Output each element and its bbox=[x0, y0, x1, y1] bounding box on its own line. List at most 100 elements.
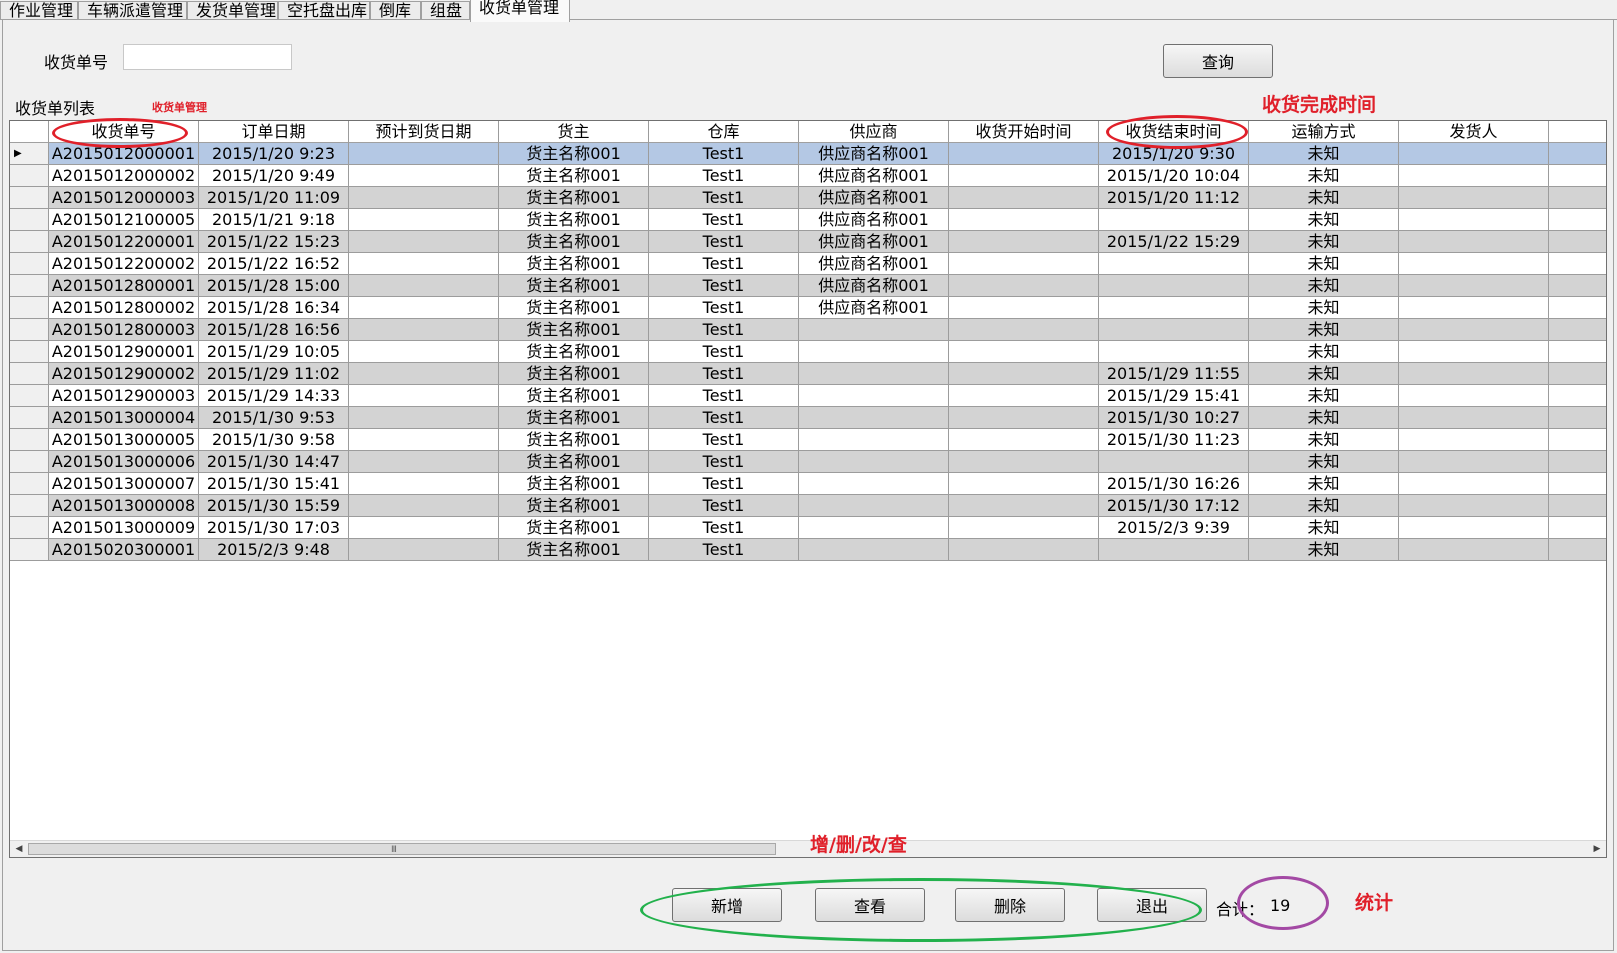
grid-corner-header bbox=[10, 121, 49, 143]
column-header[interactable]: 订单日期 bbox=[199, 121, 349, 143]
scroll-thumb[interactable]: III bbox=[28, 843, 776, 855]
table-cell bbox=[1399, 297, 1549, 319]
column-header[interactable]: 收货开始时间 bbox=[949, 121, 1099, 143]
table-cell: 2015/1/20 11:12 bbox=[1099, 187, 1249, 209]
tab-palletize[interactable]: 组盘 bbox=[421, 1, 470, 20]
table-row[interactable]: A2015012900003 2015/1/29 14:33 货主名称001 Test… bbox=[10, 385, 1606, 407]
column-header[interactable]: 联系 bbox=[1549, 121, 1606, 143]
row-header[interactable] bbox=[10, 539, 49, 561]
table-row[interactable]: A2015012200002 2015/1/22 16:52 货主名称001 Test… bbox=[10, 253, 1606, 275]
row-header[interactable] bbox=[10, 187, 49, 209]
table-row[interactable]: A2015012200001 2015/1/22 15:23 货主名称001 Test… bbox=[10, 231, 1606, 253]
query-button[interactable]: 查询 bbox=[1163, 44, 1273, 78]
table-row[interactable]: A2015012900002 2015/1/29 11:02 货主名称001 Test… bbox=[10, 363, 1606, 385]
row-header[interactable] bbox=[10, 341, 49, 363]
table-cell bbox=[349, 253, 499, 275]
table-row[interactable]: A2015012100005 2015/1/21 9:18 货主名称001 Test1… bbox=[10, 209, 1606, 231]
table-row[interactable]: ▶ A2015012000001 2015/1/20 9:23 货主名称001 Test… bbox=[10, 143, 1606, 165]
table-cell: 货主名称001 bbox=[499, 451, 649, 473]
tab-empty-pallet-outbound[interactable]: 空托盘出库 bbox=[278, 1, 370, 20]
row-header[interactable] bbox=[10, 385, 49, 407]
receipt-number-input[interactable] bbox=[123, 44, 292, 70]
table-cell: 供应商名称001 bbox=[799, 143, 949, 165]
table-cell bbox=[1399, 165, 1549, 187]
table-cell: 2015/1/30 17:12 bbox=[1099, 495, 1249, 517]
table-cell: Test1 bbox=[649, 143, 799, 165]
tab-delivery-order[interactable]: 发货单管理 bbox=[187, 1, 278, 20]
table-cell bbox=[349, 275, 499, 297]
table-cell: 未知 bbox=[1249, 363, 1399, 385]
table-cell bbox=[949, 473, 1099, 495]
table-cell: 2015/1/29 14:33 bbox=[199, 385, 349, 407]
table-cell bbox=[1549, 407, 1606, 429]
table-cell: 未知 bbox=[1249, 253, 1399, 275]
table-cell: 2015/1/29 10:05 bbox=[199, 341, 349, 363]
table-row[interactable]: A2015013000004 2015/1/30 9:53 货主名称001 Test1… bbox=[10, 407, 1606, 429]
tab-receipt-management[interactable]: 收货单管理 bbox=[470, 0, 570, 22]
row-header[interactable] bbox=[10, 429, 49, 451]
row-header[interactable] bbox=[10, 231, 49, 253]
receipt-grid[interactable]: 收货单号 订单日期 预计到货日期 货主 仓库 供应商 收货开始时间 收货结束时间 运输方式 发货人… bbox=[9, 120, 1607, 858]
annotation-receive-done-time: 收货完成时间 bbox=[1262, 94, 1377, 116]
tab-job-management[interactable]: 作业管理 bbox=[0, 1, 78, 20]
column-header[interactable]: 发货人 bbox=[1399, 121, 1549, 143]
table-cell bbox=[1549, 495, 1606, 517]
scroll-right-icon[interactable]: ▶ bbox=[1589, 841, 1605, 857]
table-cell bbox=[1549, 385, 1606, 407]
table-cell: Test1 bbox=[649, 275, 799, 297]
table-row[interactable]: A2015012000003 2015/1/20 11:09 货主名称001 Test… bbox=[10, 187, 1606, 209]
row-header[interactable] bbox=[10, 473, 49, 495]
row-header[interactable] bbox=[10, 209, 49, 231]
column-header[interactable]: 仓库 bbox=[649, 121, 799, 143]
row-header[interactable] bbox=[10, 517, 49, 539]
row-header[interactable] bbox=[10, 319, 49, 341]
table-cell: 2015/1/30 14:47 bbox=[199, 451, 349, 473]
table-row[interactable]: A2015012800002 2015/1/28 16:34 货主名称001 Test… bbox=[10, 297, 1606, 319]
table-cell: Test1 bbox=[649, 517, 799, 539]
table-row[interactable]: A2015013000009 2015/1/30 17:03 货主名称001 Test… bbox=[10, 517, 1606, 539]
table-cell: 未知 bbox=[1249, 341, 1399, 363]
table-cell bbox=[949, 319, 1099, 341]
row-header[interactable]: ▶ bbox=[10, 143, 49, 165]
table-cell bbox=[1399, 363, 1549, 385]
table-cell: Test1 bbox=[649, 473, 799, 495]
row-header[interactable] bbox=[10, 253, 49, 275]
table-cell: 未知 bbox=[1249, 165, 1399, 187]
table-cell bbox=[949, 165, 1099, 187]
row-header[interactable] bbox=[10, 451, 49, 473]
row-header[interactable] bbox=[10, 363, 49, 385]
column-header[interactable]: 供应商 bbox=[799, 121, 949, 143]
row-header[interactable] bbox=[10, 495, 49, 517]
tab-stock-transfer[interactable]: 倒库 bbox=[370, 1, 421, 20]
tab-vehicle-dispatch[interactable]: 车辆派遣管理 bbox=[78, 1, 187, 20]
table-cell: 2015/1/29 11:55 bbox=[1099, 363, 1249, 385]
table-cell bbox=[1549, 319, 1606, 341]
column-header[interactable]: 运输方式 bbox=[1249, 121, 1399, 143]
horizontal-scrollbar[interactable]: ◀ III ▶ bbox=[10, 840, 1606, 857]
table-row[interactable]: A2015013000007 2015/1/30 15:41 货主名称001 Test… bbox=[10, 473, 1606, 495]
scroll-left-icon[interactable]: ◀ bbox=[11, 841, 27, 857]
table-row[interactable]: A2015020300001 2015/2/3 9:48 货主名称001 Test1 未… bbox=[10, 539, 1606, 561]
table-cell bbox=[1399, 473, 1549, 495]
row-header[interactable] bbox=[10, 297, 49, 319]
table-cell bbox=[1399, 209, 1549, 231]
current-row-indicator-icon: ▶ bbox=[14, 148, 22, 159]
table-cell bbox=[949, 253, 1099, 275]
row-header[interactable] bbox=[10, 275, 49, 297]
column-header[interactable]: 货主 bbox=[499, 121, 649, 143]
table-cell: 2015/1/28 16:56 bbox=[199, 319, 349, 341]
table-cell: A2015012000003 bbox=[49, 187, 199, 209]
table-row[interactable]: A2015012800001 2015/1/28 15:00 货主名称001 Test… bbox=[10, 275, 1606, 297]
row-header[interactable] bbox=[10, 407, 49, 429]
table-row[interactable]: A2015012900001 2015/1/29 10:05 货主名称001 Test… bbox=[10, 341, 1606, 363]
table-cell: Test1 bbox=[649, 363, 799, 385]
table-cell: 2015/2/3 9:39 bbox=[1099, 517, 1249, 539]
table-row[interactable]: A2015012000002 2015/1/20 9:49 货主名称001 Test1… bbox=[10, 165, 1606, 187]
table-cell: 2015/1/30 9:58 bbox=[199, 429, 349, 451]
table-row[interactable]: A2015013000008 2015/1/30 15:59 货主名称001 Test… bbox=[10, 495, 1606, 517]
row-header[interactable] bbox=[10, 165, 49, 187]
table-row[interactable]: A2015013000005 2015/1/30 9:58 货主名称001 Test1… bbox=[10, 429, 1606, 451]
table-row[interactable]: A2015012800003 2015/1/28 16:56 货主名称001 Test… bbox=[10, 319, 1606, 341]
column-header[interactable]: 预计到货日期 bbox=[349, 121, 499, 143]
table-row[interactable]: A2015013000006 2015/1/30 14:47 货主名称001 Test… bbox=[10, 451, 1606, 473]
